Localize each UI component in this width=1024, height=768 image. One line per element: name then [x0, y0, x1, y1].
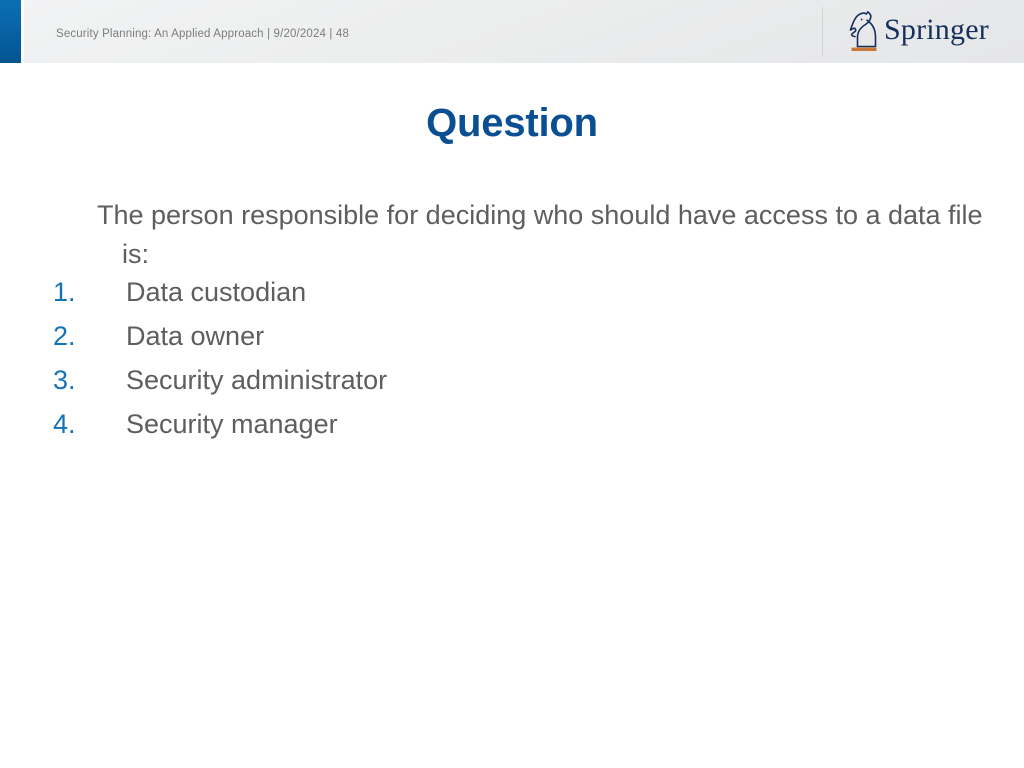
question-text: The person responsible for deciding who … [97, 200, 983, 269]
page-title: Question [426, 101, 598, 145]
list-item: 2. Data owner [0, 314, 1024, 358]
answer-list: 1. Data custodian 2. Data owner 3. Secur… [0, 270, 1024, 446]
list-item-label: Data owner [126, 321, 265, 351]
list-item: 4. Security manager [0, 402, 1024, 446]
list-item: 1. Data custodian [0, 270, 1024, 314]
header-accent-bar [0, 0, 21, 63]
springer-wordmark: Springer [884, 13, 989, 46]
springer-knight-icon [845, 8, 887, 54]
breadcrumb: Security Planning: An Applied Approach |… [56, 28, 349, 40]
slide-header: Security Planning: An Applied Approach |… [0, 0, 1024, 63]
list-item-label: Security manager [126, 409, 338, 439]
list-item-number: 4. [53, 409, 76, 439]
header-divider [822, 7, 823, 56]
list-item-label: Data custodian [126, 277, 307, 307]
list-item-label: Security administrator [126, 365, 388, 395]
list-item-number: 1. [53, 277, 76, 307]
springer-logo: Springer [845, 6, 989, 56]
list-item: 3. Security administrator [0, 358, 1024, 402]
list-item-number: 3. [53, 365, 76, 395]
list-item-number: 2. [53, 321, 76, 351]
